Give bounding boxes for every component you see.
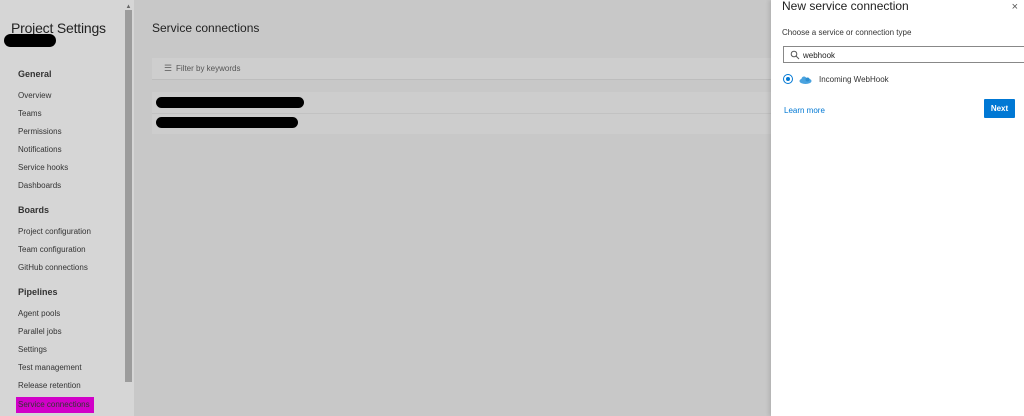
sidebar-item-parallel-jobs[interactable]: Parallel jobs [18, 327, 62, 336]
search-field[interactable] [783, 46, 1024, 63]
section-heading-pipelines: Pipelines [18, 287, 58, 297]
sidebar-item-github-connections[interactable]: GitHub connections [18, 263, 88, 272]
sidebar-item-dashboards[interactable]: Dashboards [18, 181, 61, 190]
redaction-mark [156, 97, 304, 108]
sidebar-scrollbar[interactable] [125, 10, 132, 382]
close-icon[interactable]: × [1012, 1, 1018, 13]
sidebar-item-project-configuration[interactable]: Project configuration [18, 227, 91, 236]
section-heading-general: General [18, 69, 52, 79]
sidebar-item-settings[interactable]: Settings [18, 345, 47, 354]
panel-subtitle: Choose a service or connection type [782, 28, 912, 37]
list-divider [152, 113, 782, 114]
filter-placeholder: Filter by keywords [176, 64, 241, 73]
panel-title: New service connection [782, 0, 909, 13]
next-button[interactable]: Next [984, 99, 1015, 118]
option-incoming-webhook[interactable]: Incoming WebHook [819, 75, 889, 84]
filter-icon: ☰ [164, 63, 173, 73]
sidebar-item-teams[interactable]: Teams [18, 109, 42, 118]
sidebar-item-overview[interactable]: Overview [18, 91, 51, 100]
page-title: Service connections [152, 21, 260, 35]
search-input[interactable] [803, 49, 1003, 61]
sidebar: Project Settings ▲ General Overview Team… [0, 0, 134, 416]
sidebar-item-notifications[interactable]: Notifications [18, 145, 62, 154]
new-service-connection-panel: New service connection × Choose a servic… [771, 0, 1024, 416]
sidebar-item-service-connections[interactable]: Service connections [16, 397, 94, 413]
sidebar-item-permissions[interactable]: Permissions [18, 127, 62, 136]
search-icon [790, 50, 800, 60]
filter-bar[interactable]: ☰ Filter by keywords [152, 58, 782, 80]
webhook-icon [799, 76, 812, 84]
option-radio[interactable] [783, 74, 793, 84]
redaction-mark [156, 117, 298, 128]
connection-list[interactable] [152, 92, 782, 134]
sidebar-item-service-hooks[interactable]: Service hooks [18, 163, 68, 172]
sidebar-item-team-configuration[interactable]: Team configuration [18, 245, 86, 254]
sidebar-item-test-management[interactable]: Test management [18, 363, 82, 372]
sidebar-item-agent-pools[interactable]: Agent pools [18, 309, 60, 318]
section-heading-boards: Boards [18, 205, 50, 215]
learn-more-link[interactable]: Learn more [784, 106, 825, 115]
sidebar-item-release-retention[interactable]: Release retention [18, 381, 81, 390]
redaction-mark [4, 34, 56, 47]
